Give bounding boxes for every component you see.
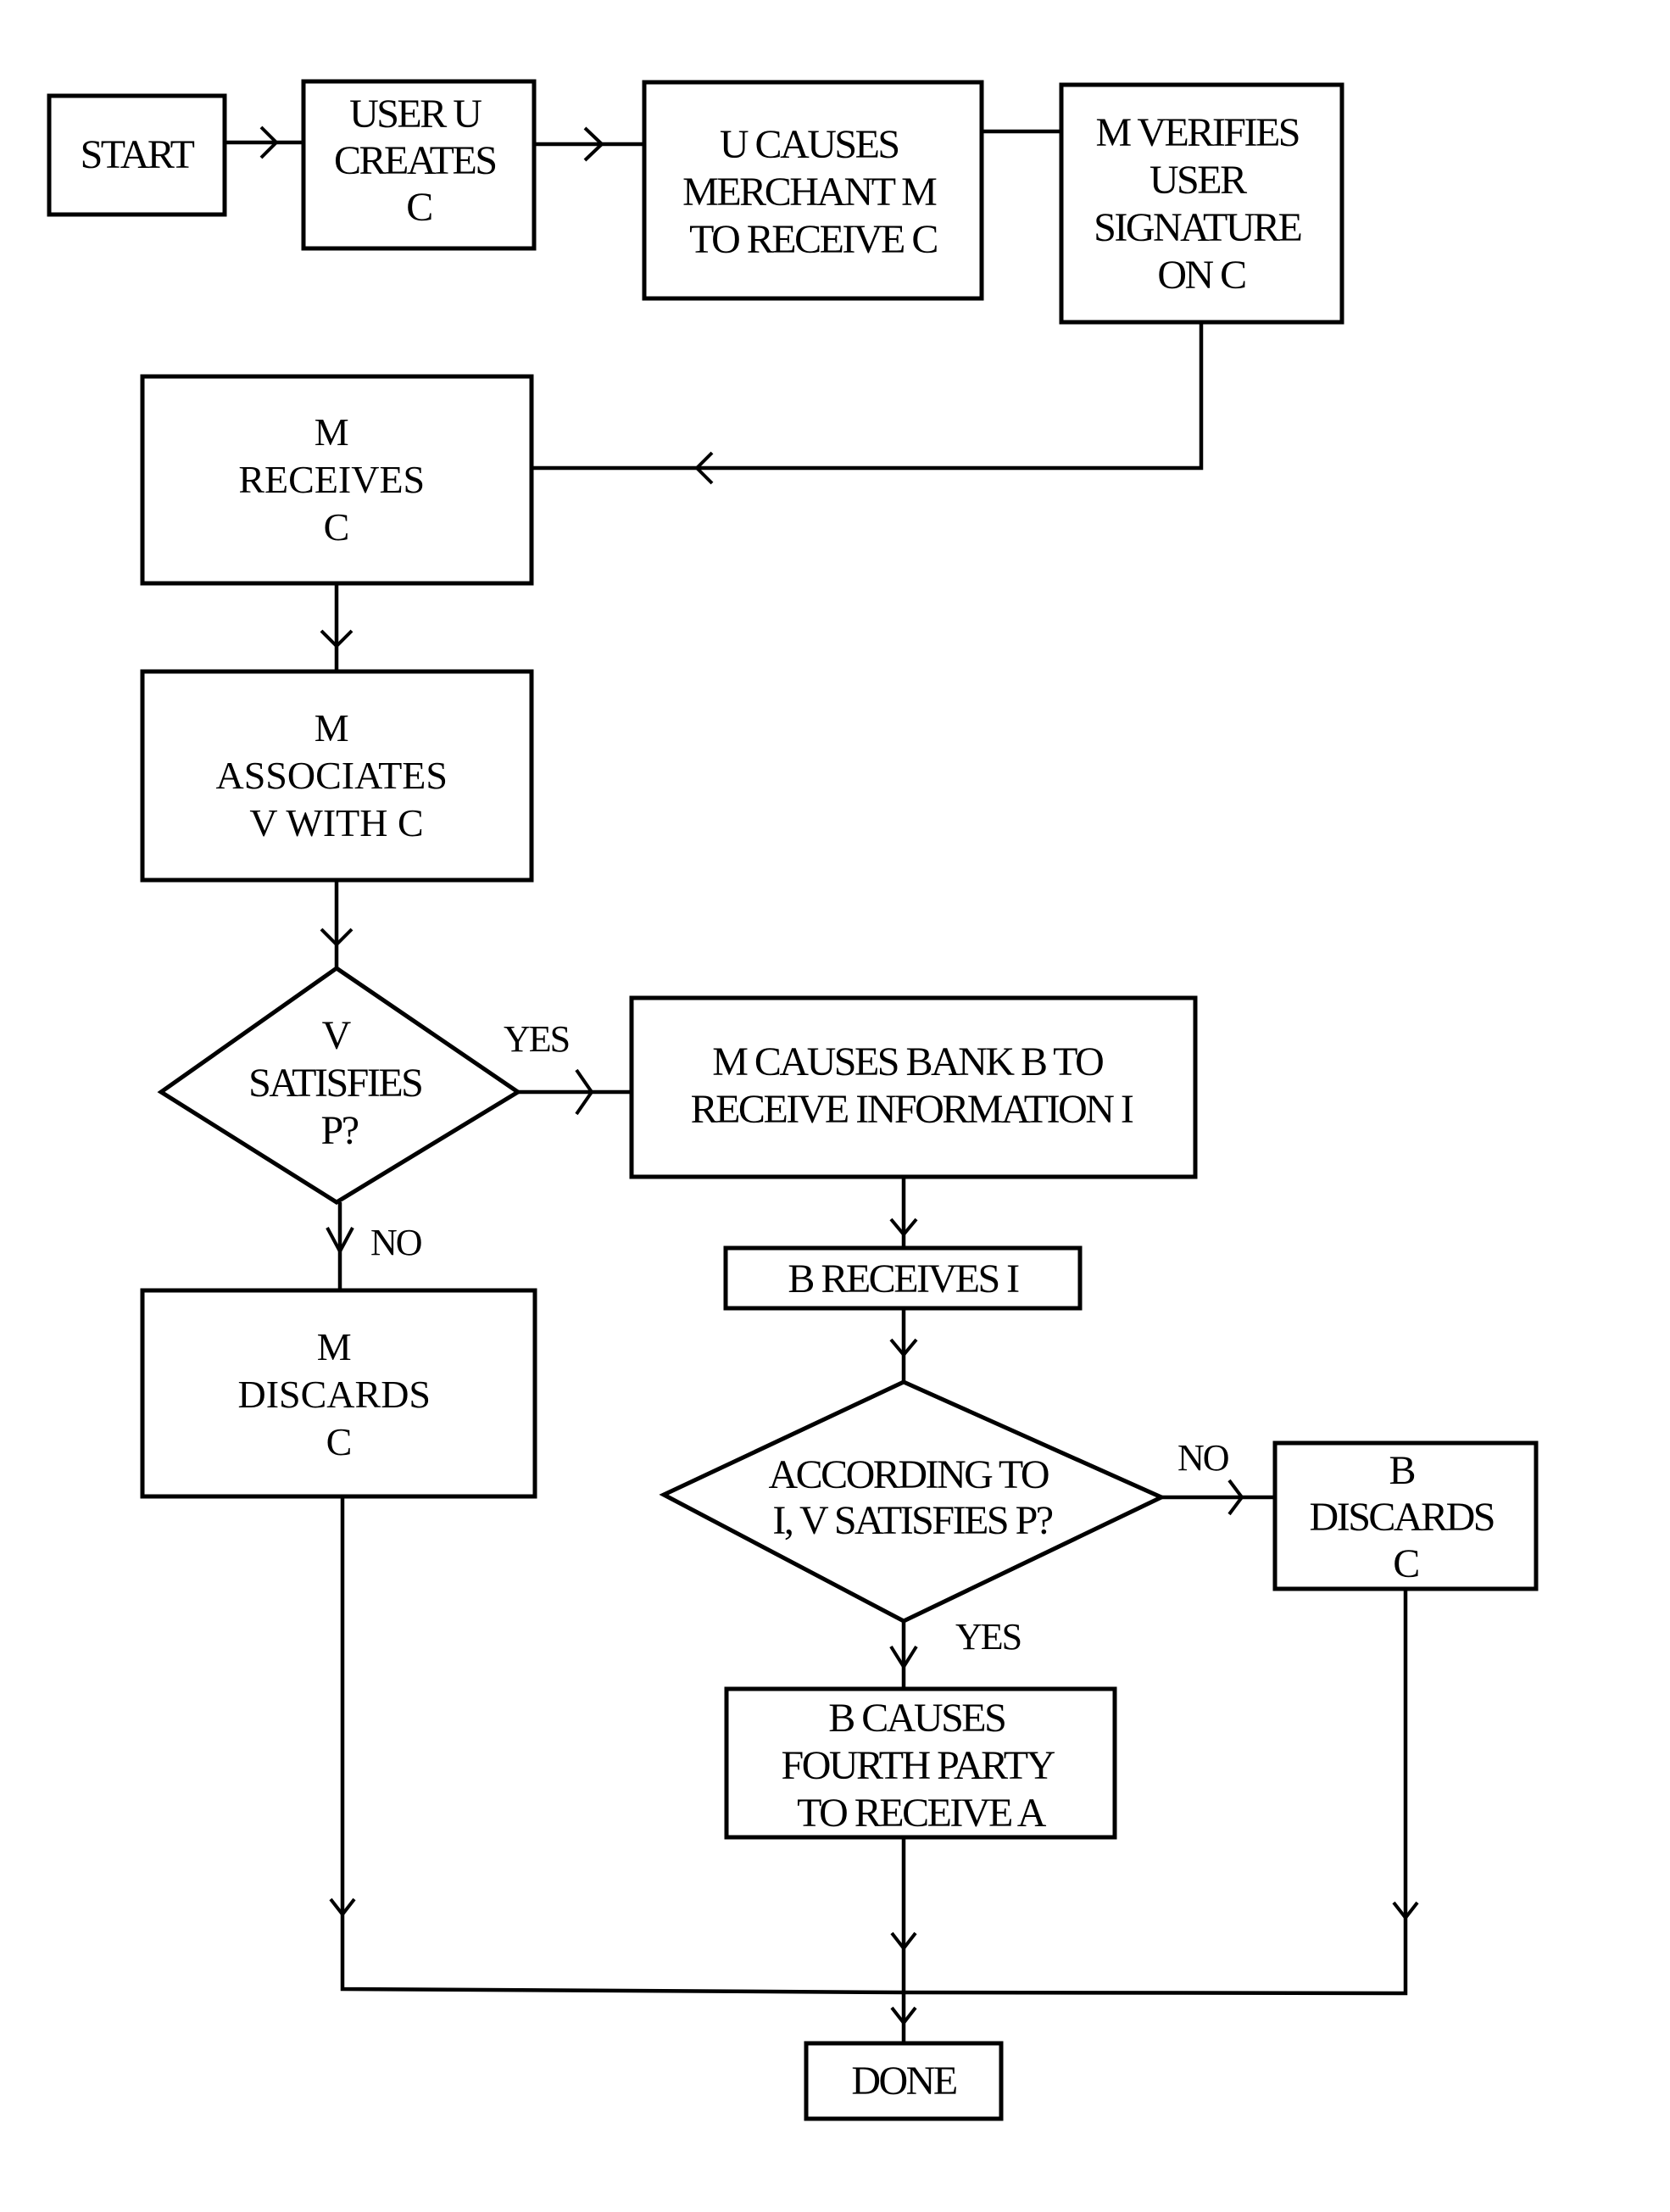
edge-label-d2-yes: YES bbox=[955, 1616, 1021, 1658]
node-m-associates: M ASSOCIATES V WITH C bbox=[140, 669, 534, 883]
node-label: B RECEIVES I bbox=[788, 1256, 1019, 1301]
node-label: START bbox=[81, 132, 195, 177]
node-label: DONE bbox=[851, 2059, 955, 2103]
node-m-verifies: M VERIFIES USER SIGNATURE ON C bbox=[1059, 82, 1344, 325]
node-label: M VERIFIES bbox=[1096, 110, 1300, 155]
node-u-causes-merchant: U CAUSES MERCHANT M TO RECEIVE C bbox=[642, 80, 984, 301]
svg-text:B RECEIVES I: B RECEIVES I bbox=[788, 1256, 1019, 1301]
node-label: SATISFIES bbox=[248, 1061, 421, 1106]
node-label: RECEIVE INFORMATION I bbox=[691, 1087, 1133, 1132]
svg-text:START: START bbox=[81, 132, 195, 177]
edge-label-d2-no: NO bbox=[1177, 1437, 1228, 1479]
node-m-causes-bank: M CAUSES BANK B TO RECEIVE INFORMATION I bbox=[629, 995, 1198, 1179]
svg-text:DONE: DONE bbox=[851, 2059, 955, 2103]
svg-text:ACCORDING TO I, V SATISF: ACCORDING TO I, V SATISFIES P? bbox=[768, 1452, 1055, 1543]
node-label: DISCARDS bbox=[1310, 1495, 1494, 1540]
node-label: C bbox=[1393, 1541, 1418, 1586]
node-label: M bbox=[315, 706, 349, 749]
node-label: USER bbox=[1150, 158, 1247, 203]
node-label: C bbox=[326, 1420, 353, 1463]
node-label: ACCORDING TO bbox=[768, 1452, 1048, 1497]
node-v-satisfies-decision: V SATISFIES P? bbox=[157, 965, 522, 1205]
flowchart: START USER U CREATES C U CAUSES MERCHANT… bbox=[47, 79, 1539, 2121]
node-label: V bbox=[322, 1013, 352, 1058]
node-m-receives: M RECEIVES C bbox=[140, 374, 534, 586]
edge-m-verifies-to-m-receives bbox=[532, 322, 1204, 471]
node-label: P? bbox=[321, 1108, 359, 1153]
node-label: USER U bbox=[349, 92, 482, 137]
node-label: ASSOCIATES bbox=[215, 754, 448, 797]
node-b-discards: B DISCARDS C bbox=[1272, 1440, 1539, 1591]
edge-label-d1-yes: YES bbox=[504, 1018, 569, 1060]
node-label: I, V SATISFIES P? bbox=[772, 1498, 1052, 1543]
node-label: B bbox=[1389, 1448, 1414, 1493]
node-user-creates: USER U CREATES C bbox=[301, 79, 537, 251]
edge-label-d1-no: NO bbox=[370, 1222, 421, 1263]
node-label: DISCARDS bbox=[237, 1373, 431, 1416]
node-label: CREATES bbox=[334, 138, 496, 183]
node-b-causes-fourth-party: B CAUSES FOURTH PARTY TO RECEIVE A bbox=[724, 1686, 1117, 1840]
node-m-discards: M DISCARDS C bbox=[140, 1288, 537, 1499]
node-label: V WITH C bbox=[249, 801, 423, 844]
node-label: B CAUSES bbox=[828, 1696, 1005, 1741]
svg-text:U CAUSES MERCHANT M: U CAUSES MERCHANT M TO RECEIVE C bbox=[682, 122, 944, 262]
node-label: FOURTH PARTY bbox=[782, 1743, 1055, 1788]
node-label: ON C bbox=[1157, 253, 1245, 298]
node-label: TO RECEIVE A bbox=[797, 1791, 1047, 1836]
node-b-receives: B RECEIVES I bbox=[723, 1245, 1083, 1311]
node-label: U CAUSES bbox=[720, 122, 899, 167]
node-label: C bbox=[324, 505, 350, 549]
node-label: RECEIVES bbox=[238, 458, 425, 501]
node-label: M CAUSES BANK B TO bbox=[712, 1039, 1103, 1084]
node-label: MERCHANT M bbox=[682, 170, 937, 215]
node-label: M bbox=[315, 410, 349, 454]
node-done: DONE bbox=[804, 2041, 1004, 2121]
node-label: C bbox=[406, 185, 431, 230]
node-according-to-i-decision: ACCORDING TO I, V SATISFIES P? bbox=[659, 1379, 1166, 1624]
node-label: SIGNATURE bbox=[1094, 205, 1300, 250]
node-label: TO RECEIVE C bbox=[689, 217, 937, 262]
node-start: START bbox=[47, 93, 227, 217]
node-label: M bbox=[317, 1325, 352, 1368]
